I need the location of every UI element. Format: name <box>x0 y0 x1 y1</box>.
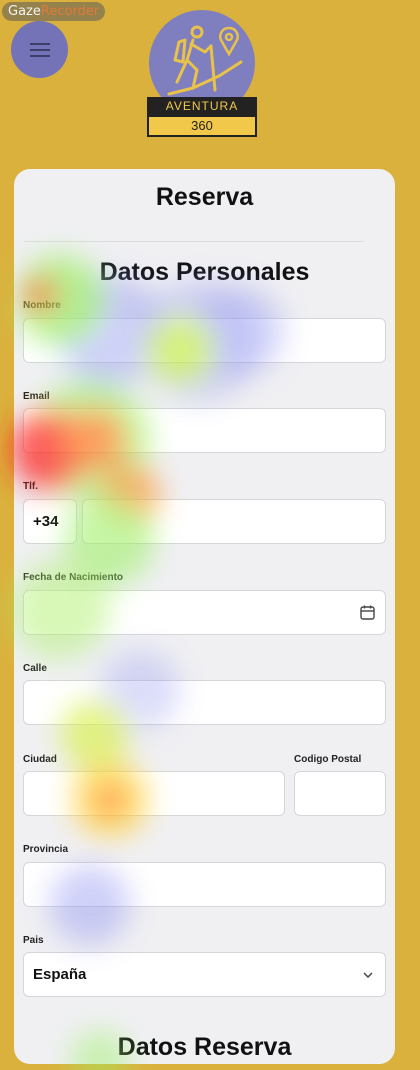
street-input[interactable] <box>23 680 386 725</box>
divider <box>24 241 364 242</box>
city-input[interactable] <box>23 771 285 816</box>
zip-input[interactable] <box>294 771 386 816</box>
menu-icon-bar <box>29 42 50 45</box>
street-label: Calle <box>23 663 47 674</box>
gaze-recorder-watermark: GazeRecorder <box>2 2 106 21</box>
province-label: Provincia <box>23 844 69 855</box>
tel-prefix[interactable]: +34 <box>23 499 77 544</box>
watermark-part1: Gaze <box>8 4 41 19</box>
country-label: Pais <box>23 935 44 946</box>
section-title-booking: Datos Reserva <box>117 1033 292 1061</box>
email-label: Email <box>23 391 50 402</box>
calendar-icon[interactable] <box>359 604 376 621</box>
logo-banner: AVENTURA <box>147 97 257 115</box>
tel-label: Tlf. <box>23 481 38 492</box>
menu-icon-bar <box>29 54 50 57</box>
nombre-label: Nombre <box>23 300 61 311</box>
country-select[interactable]: España <box>23 952 386 997</box>
chevron-down-icon <box>363 972 373 979</box>
location-pin-icon <box>219 26 239 57</box>
country-select-value: España <box>33 966 87 983</box>
logo-sub: 360 <box>147 115 257 137</box>
section-title-personal: Datos Personales <box>99 258 310 286</box>
birth-date-label: Fecha de Nacimiento <box>23 572 124 583</box>
zip-label: Codigo Postal <box>294 754 362 765</box>
page-title: Reserva <box>155 183 254 211</box>
province-input[interactable] <box>23 862 386 907</box>
menu-button[interactable] <box>11 21 68 78</box>
menu-icon-bar <box>29 48 50 51</box>
watermark-part2: Recorder <box>40 4 100 19</box>
email-input[interactable] <box>23 408 386 453</box>
city-label: Ciudad <box>23 754 57 765</box>
logo[interactable]: AVENTURA 360 <box>146 10 258 138</box>
tel-input[interactable] <box>82 499 386 544</box>
birth-date-input[interactable] <box>23 590 386 635</box>
nombre-input[interactable] <box>23 318 386 363</box>
reservation-card: Reserva Datos Personales Nombre Email Tl… <box>14 169 395 1064</box>
